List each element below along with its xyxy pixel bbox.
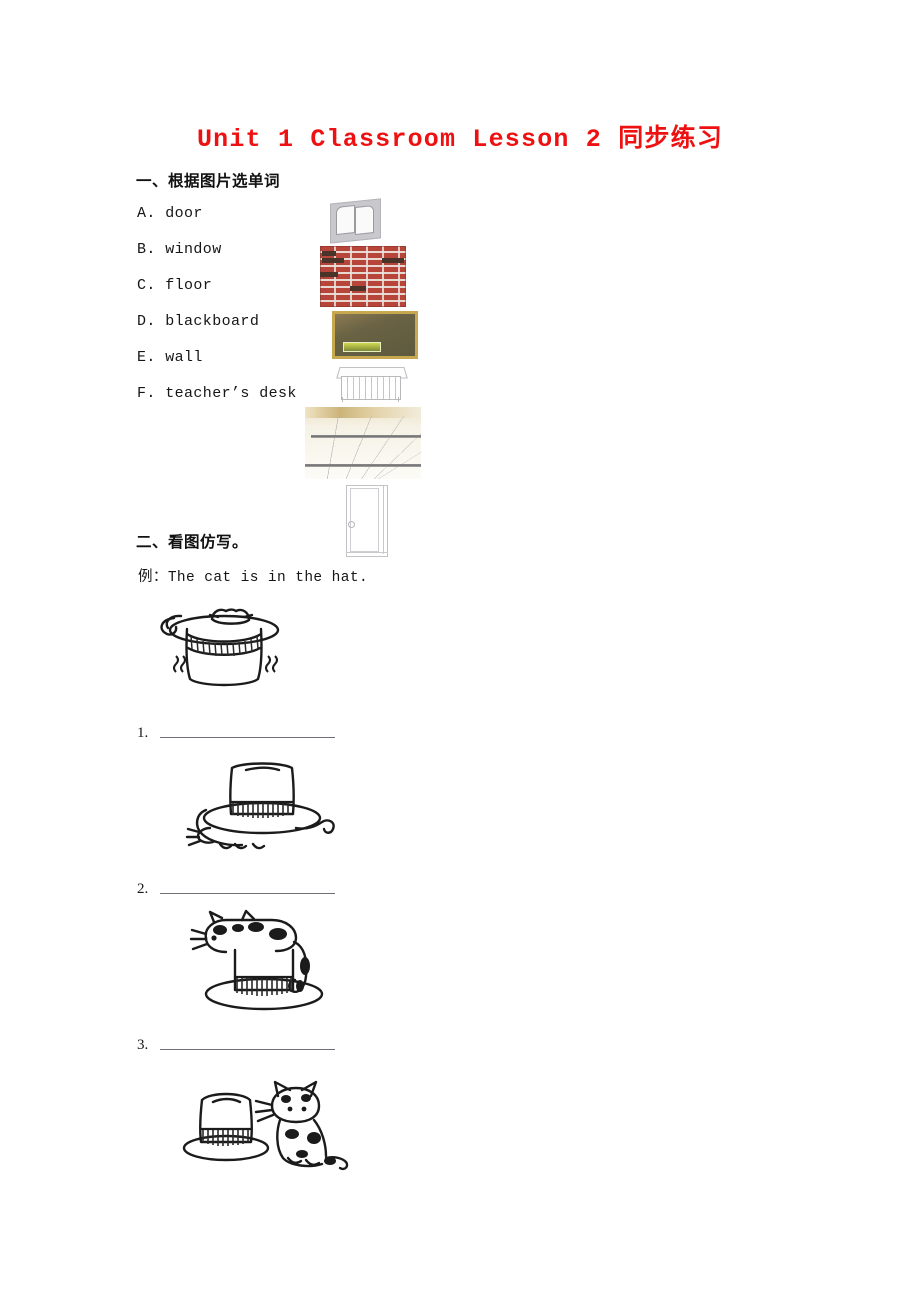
floor-rail xyxy=(305,464,421,467)
example-label: 例： xyxy=(138,569,168,585)
floor-picture xyxy=(300,407,425,479)
cat-next-to-hat-illustration xyxy=(180,1072,352,1182)
door-sill xyxy=(346,552,388,557)
page-title: Unit 1 Classroom Lesson 2 同步练习 xyxy=(196,125,724,154)
answer-blank-2[interactable] xyxy=(160,893,336,894)
window-pane-left xyxy=(336,205,355,235)
brick-wall-icon xyxy=(320,246,406,307)
section-1-heading: 一、根据图片选单词 xyxy=(136,172,281,190)
blackboard-picture xyxy=(300,311,425,359)
teachers-desk-picture xyxy=(300,364,425,402)
answer-row-2: 2. xyxy=(137,881,336,897)
answer-row-3: 3. xyxy=(137,1037,336,1053)
window-pane-right xyxy=(355,205,374,235)
section-2-heading: 二、看图仿写。 xyxy=(136,533,249,551)
door-icon xyxy=(346,485,388,557)
answer-blank-3[interactable] xyxy=(160,1049,336,1050)
desk-leg-right xyxy=(398,397,399,402)
item-number-3: 3. xyxy=(137,1037,149,1053)
cat-in-hat-illustration xyxy=(150,596,300,694)
desk-leg-left xyxy=(342,397,343,402)
brick-dark xyxy=(322,258,344,263)
door-picture xyxy=(300,485,425,557)
desk-icon xyxy=(336,364,408,402)
answer-row-1: 1. xyxy=(137,725,336,741)
window-picture xyxy=(300,198,425,244)
door-panel xyxy=(350,488,379,552)
brick-wall-picture xyxy=(300,246,425,307)
floor-rail xyxy=(311,435,421,438)
floor-icon xyxy=(305,407,421,479)
worksheet-page: Unit 1 Classroom Lesson 2 同步练习 一、根据图片选单词… xyxy=(0,0,920,1302)
brick-dark xyxy=(320,272,338,277)
brick-dark xyxy=(382,258,404,263)
blackboard-icon xyxy=(332,311,418,359)
door-knob xyxy=(348,521,355,528)
picture-column xyxy=(300,198,425,557)
cat-under-hat-illustration xyxy=(180,756,345,860)
brick-dark xyxy=(322,251,336,256)
item-number-2: 2. xyxy=(137,881,149,897)
desk-body xyxy=(341,376,401,400)
cat-on-hat-illustration xyxy=(180,908,345,1020)
chalk-ledge xyxy=(343,342,381,352)
example-sentence: The cat is in the hat. xyxy=(167,570,369,586)
brick-dark xyxy=(350,286,366,291)
example-sentence-line: 例：The cat is in the hat. xyxy=(138,565,368,586)
window-icon xyxy=(328,198,381,244)
door-edge xyxy=(383,486,384,554)
item-number-1: 1. xyxy=(137,725,149,741)
floor-perspective-lines xyxy=(305,416,421,479)
answer-blank-1[interactable] xyxy=(160,737,336,738)
